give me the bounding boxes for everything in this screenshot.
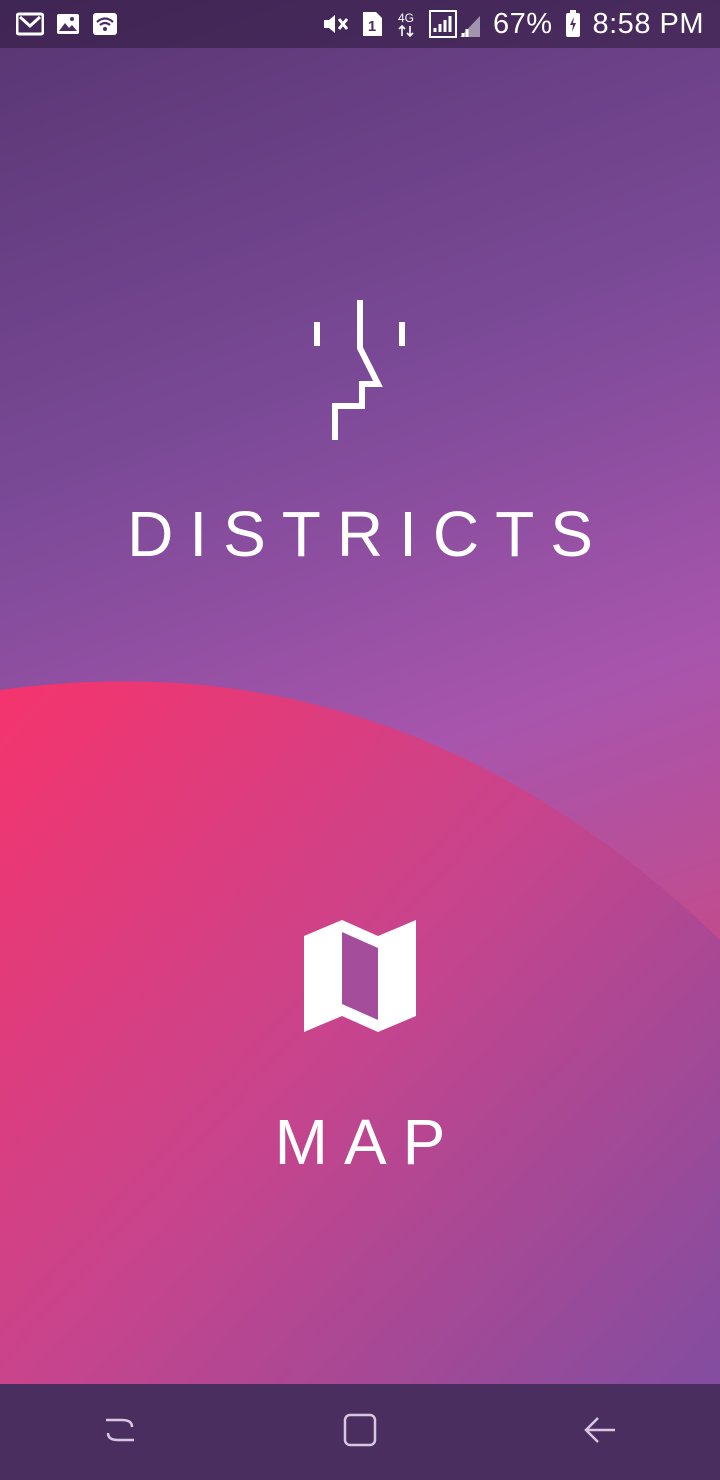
status-bar: 1 4G 67% 8:58 PM bbox=[0, 0, 720, 48]
map-label: MAP bbox=[274, 1106, 462, 1178]
back-icon bbox=[582, 1412, 618, 1453]
battery-percent: 67% bbox=[492, 7, 553, 40]
background-wave bbox=[0, 681, 720, 1480]
home-icon bbox=[342, 1412, 378, 1453]
clock: 8:58 PM bbox=[592, 7, 704, 40]
gallery-icon bbox=[56, 13, 80, 35]
back-button[interactable] bbox=[560, 1392, 640, 1472]
gmail-icon bbox=[16, 12, 44, 36]
svg-text:4G: 4G bbox=[398, 11, 414, 25]
battery-icon bbox=[565, 10, 581, 38]
recent-apps-icon bbox=[102, 1412, 138, 1453]
wifi-icon bbox=[92, 12, 118, 36]
districts-logo-icon bbox=[300, 300, 420, 445]
network-type-icon: 4G bbox=[395, 10, 417, 38]
signal-icon bbox=[428, 10, 481, 38]
sim-1-icon: 1 bbox=[361, 11, 383, 37]
mute-icon bbox=[321, 11, 349, 37]
map-button[interactable]: MAP bbox=[0, 900, 720, 1190]
districts-button[interactable]: DISTRICTS bbox=[0, 300, 720, 600]
home-button[interactable] bbox=[320, 1392, 400, 1472]
navigation-bar bbox=[0, 1384, 720, 1480]
app-screen: 1 4G 67% 8:58 PM DISTRICTS MAP bbox=[0, 0, 720, 1480]
svg-text:1: 1 bbox=[368, 18, 376, 35]
recent-apps-button[interactable] bbox=[80, 1392, 160, 1472]
districts-label: DISTRICTS bbox=[127, 498, 609, 570]
map-icon bbox=[302, 918, 418, 1039]
